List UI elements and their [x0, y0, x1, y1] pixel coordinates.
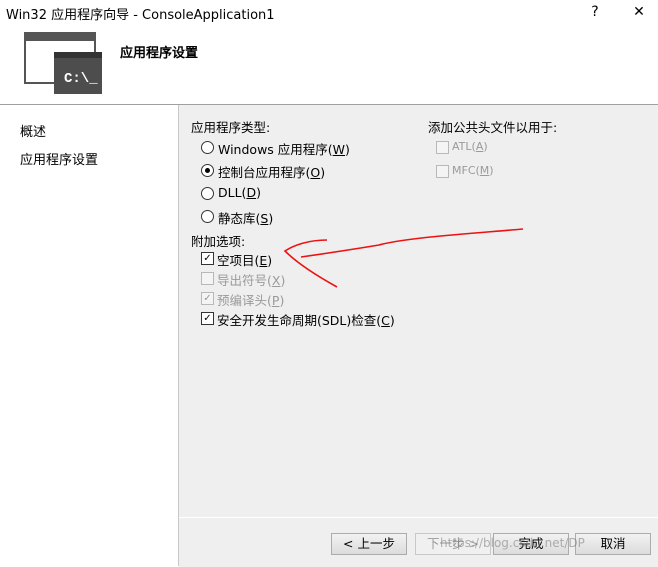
wizard-footer: < 上一步 下一步 > 完成 取消: [179, 517, 658, 567]
console-icon-text: C:\_: [64, 71, 98, 87]
prev-button[interactable]: < 上一步: [331, 533, 407, 555]
sidebar-item-app-settings[interactable]: 应用程序设置: [20, 149, 98, 168]
settings-panel: 应用程序类型: Windows 应用程序(W) 控制台应用程序(O) DLL(D…: [179, 105, 658, 517]
sidebar: 概述 应用程序设置: [0, 105, 178, 566]
red-arrow-annotation: [283, 228, 524, 288]
window-title: Win32 应用程序向导 - ConsoleApplication1: [6, 8, 275, 23]
help-button[interactable]: ?: [580, 2, 610, 22]
cancel-button[interactable]: 取消: [575, 533, 651, 555]
wizard-header: C:\_ 应用程序设置: [0, 24, 658, 104]
page-title: 应用程序设置: [120, 46, 199, 61]
sidebar-item-overview[interactable]: 概述: [20, 121, 46, 140]
console-app-icon: C:\_: [24, 32, 102, 94]
close-button[interactable]: ✕: [624, 2, 654, 22]
watermark: https://blog.csdn.net/DP: [440, 536, 585, 550]
title-bar: Win32 应用程序向导 - ConsoleApplication1 ? ✕: [0, 0, 658, 24]
